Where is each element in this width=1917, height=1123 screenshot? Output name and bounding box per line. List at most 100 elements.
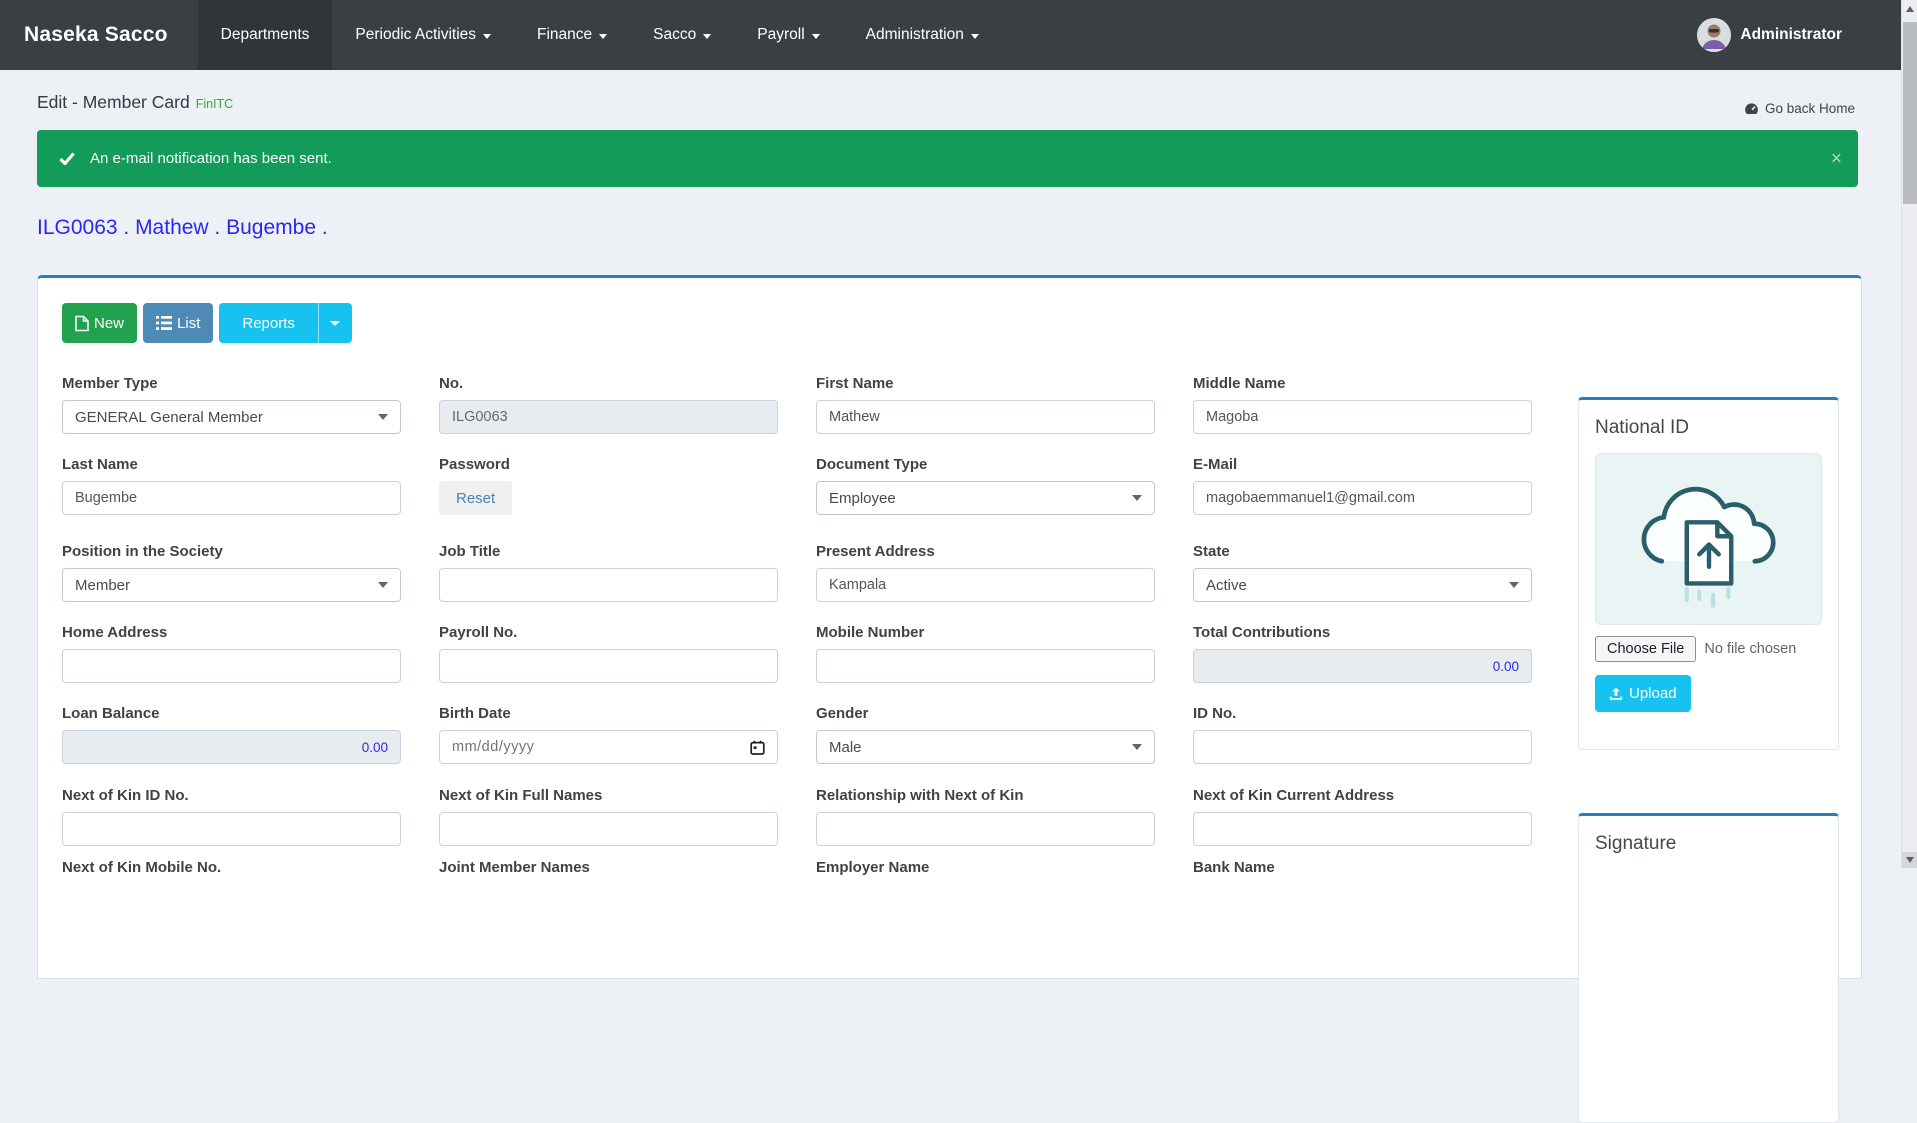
next-of-kin-id-no-input[interactable] [62,812,401,846]
toolbar: New List Reports [62,303,352,343]
last-name-input[interactable]: Bugembe [62,481,401,515]
success-alert: An e-mail notification has been sent. × [37,130,1858,187]
scroll-down-arrow[interactable] [1902,852,1917,868]
user-menu[interactable]: Administrator [1697,0,1842,70]
caret-down-icon [812,34,820,39]
caret-down-icon [1132,744,1142,750]
field-label: Next of Kin Current Address [1193,787,1532,804]
job-title-input[interactable] [439,568,778,602]
field-label: Loan Balance [62,705,401,722]
caret-down-icon [971,34,979,39]
field-label: Total Contributions [1193,624,1532,641]
id-no-input[interactable] [1193,730,1532,764]
field-member-type: Member TypeGENERAL General Member [62,375,401,392]
relationship-with-next-of-kin-input[interactable] [816,812,1155,846]
loan-balance-input: 0.00 [62,730,401,764]
nav-item-label: Finance [537,26,592,44]
first-name-input[interactable]: Mathew [816,400,1155,434]
list-icon [156,316,172,330]
gender-select[interactable]: Male [816,730,1155,764]
field-birth-date: Birth Datemm/dd/yyyy [439,705,778,722]
file-status: No file chosen [1704,641,1796,657]
field-last-name: Last NameBugembe [62,456,401,473]
new-button[interactable]: New [62,303,137,343]
field-first-name: First NameMathew [816,375,1155,392]
field-label: Mobile Number [816,624,1155,641]
middle-name-input[interactable]: Magoba [1193,400,1532,434]
signature-title: Signature [1595,833,1822,855]
nav-item-label: Sacco [653,26,696,44]
calendar-icon [750,740,765,755]
reports-dropdown-toggle[interactable] [318,303,352,343]
nav-item-label: Departments [221,26,310,44]
national-id-title: National ID [1595,417,1822,439]
field-present-address: Present AddressKampala [816,543,1155,560]
field-mobile-number: Mobile Number [816,624,1155,641]
field-job-title: Job Title [439,543,778,560]
close-icon[interactable]: × [1831,149,1842,168]
next-of-kin-current-address-input[interactable] [1193,812,1532,846]
field-position-in-the-society: Position in the SocietyMember [62,543,401,560]
field-state: StateActive [1193,543,1532,560]
e-mail-input[interactable]: magobaemmanuel1@gmail.com [1193,481,1532,515]
signature-card: Signature [1578,813,1839,1123]
nav-item-periodic-activities[interactable]: Periodic Activities [332,0,514,70]
field-label: Payroll No. [439,624,778,641]
total-contributions-input: 0.00 [1193,649,1532,683]
field-next-of-kin-current-address: Next of Kin Current Address [1193,787,1532,804]
payroll-no-input[interactable] [439,649,778,683]
no-input: ILG0063 [439,400,778,434]
nav-item-sacco[interactable]: Sacco [630,0,734,70]
position-in-the-society-select[interactable]: Member [62,568,401,602]
member-type-select[interactable]: GENERAL General Member [62,400,401,434]
caret-down-icon [1132,495,1142,501]
home-address-input[interactable] [62,649,401,683]
present-address-input[interactable]: Kampala [816,568,1155,602]
caret-down-icon [330,321,340,326]
document-type-select[interactable]: Employee [816,481,1155,515]
field-password: PasswordReset [439,456,778,473]
password-reset-button[interactable]: Reset [439,481,512,515]
scroll-thumb[interactable] [1903,22,1917,204]
field-label: State [1193,543,1532,560]
brand-logo[interactable]: Naseka Sacco [0,0,198,70]
upload-button[interactable]: Upload [1595,675,1691,712]
reports-button[interactable]: Reports [219,303,318,343]
caret-down-icon [1509,582,1519,588]
field-label: Next of Kin Full Names [439,787,778,804]
nav-item-administration[interactable]: Administration [843,0,1002,70]
scrollbar[interactable] [1901,0,1917,868]
birth-date-input[interactable]: mm/dd/yyyy [439,730,778,764]
nav-item-payroll[interactable]: Payroll [734,0,842,70]
field-label: Password [439,456,778,473]
app-tag: FinITC [196,97,234,111]
go-back-home-link[interactable]: Go back Home [1744,101,1855,116]
tachometer-icon [1744,102,1759,116]
state-select[interactable]: Active [1193,568,1532,602]
field-label: Present Address [816,543,1155,560]
field-label: Middle Name [1193,375,1532,392]
caret-down-icon [378,414,388,420]
nav-item-finance[interactable]: Finance [514,0,630,70]
top-navbar: Naseka Sacco Departments Periodic Activit… [0,0,1901,70]
nav-item-departments[interactable]: Departments [198,0,333,70]
caret-down-icon [483,34,491,39]
field-label: First Name [816,375,1155,392]
scroll-up-arrow[interactable] [1902,0,1917,17]
field-label: Next of Kin ID No. [62,787,401,804]
check-icon [59,152,75,165]
field-relationship-with-next-of-kin: Relationship with Next of Kin [816,787,1155,804]
field-label: ID No. [1193,705,1532,722]
field-loan-balance: Loan Balance0.00 [62,705,401,722]
field-e-mail: E-Mailmagobaemmanuel1@gmail.com [1193,456,1532,473]
national-id-card: National ID Choose File No file chosen [1578,397,1839,750]
mobile-number-input[interactable] [816,649,1155,683]
field-label: E-Mail [1193,456,1532,473]
field-label: Position in the Society [62,543,401,560]
caret-down-icon [599,34,607,39]
field-total-contributions: Total Contributions0.00 [1193,624,1532,641]
list-button[interactable]: List [143,303,213,343]
nav-item-label: Administration [866,26,964,44]
choose-file-button[interactable]: Choose File [1595,636,1696,662]
next-of-kin-full-names-input[interactable] [439,812,778,846]
